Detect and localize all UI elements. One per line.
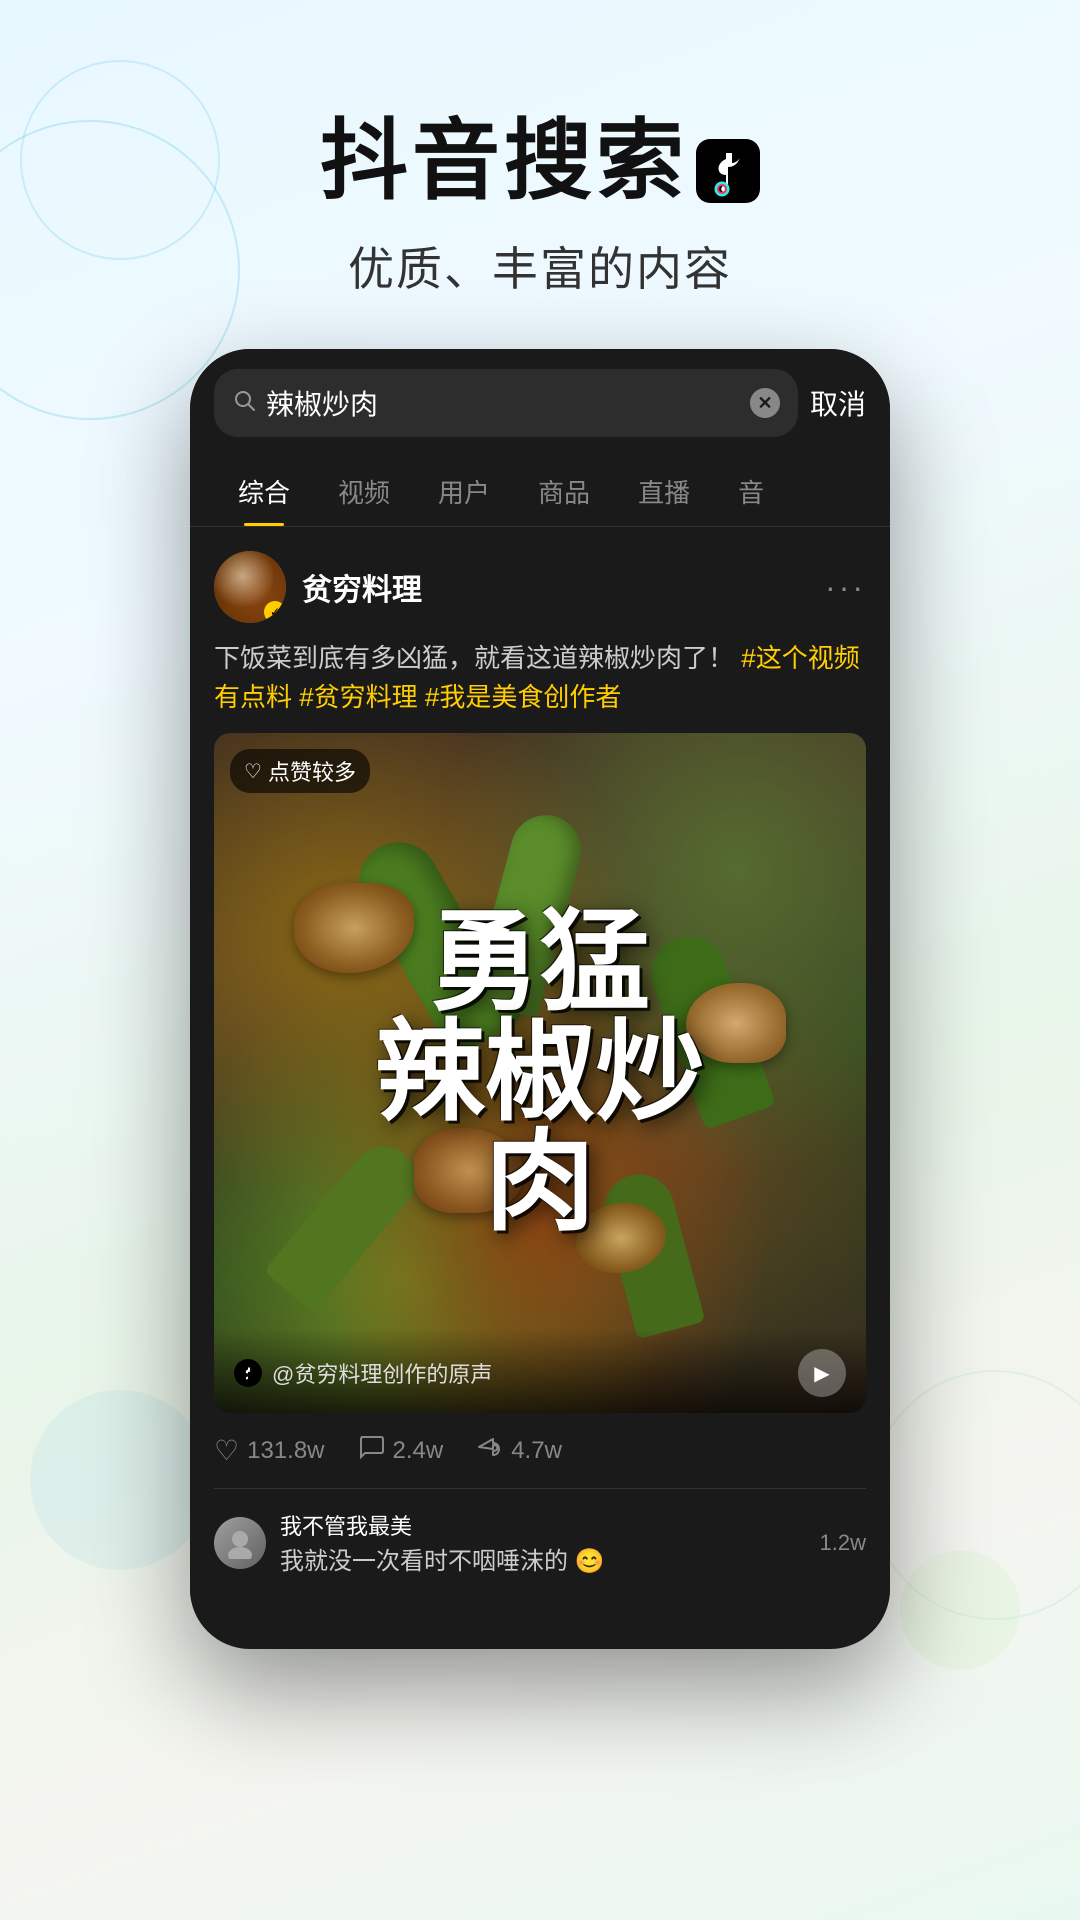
clear-search-icon[interactable]: ✕ (750, 388, 780, 418)
comment-preview-count: 1.2w (820, 1530, 866, 1556)
share-action[interactable]: 4.7w (475, 1433, 562, 1468)
tab-product[interactable]: 商品 (514, 457, 614, 526)
header-subtitle: 优质、丰富的内容 (0, 233, 1080, 299)
like-count: 131.8w (247, 1437, 324, 1465)
calligraphy-overlay: 勇猛辣椒炒肉 (214, 733, 866, 1413)
search-bar: 辣椒炒肉 ✕ 取消 (190, 349, 890, 457)
video-badge: ♡ 点赞较多 (230, 749, 370, 793)
video-thumbnail: 勇猛辣椒炒肉 @贫穷料理创作的原声 (214, 733, 866, 1413)
heart-icon: ♡ (244, 759, 262, 784)
search-input-wrapper[interactable]: 辣椒炒肉 ✕ (214, 369, 798, 437)
calligraphy-text: 勇猛辣椒炒肉 (375, 908, 705, 1238)
header: 抖音搜索 优质、丰富的内容 (0, 0, 1080, 349)
comment-preview: 我不管我最美 我就没一次看时不咽唾沫的 😊 1.2w (214, 1489, 866, 1576)
comment-icon (357, 1433, 385, 1468)
search-query-text: 辣椒炒肉 (266, 383, 740, 423)
post-main-text: 下饭菜到底有多凶猛，就看这道辣椒炒肉了！ (214, 643, 734, 673)
share-icon (475, 1433, 503, 1468)
tab-music[interactable]: 音 (714, 457, 788, 526)
video-source: @贫穷料理创作的原声 (234, 1357, 492, 1389)
share-count: 4.7w (511, 1437, 562, 1465)
tiktok-note-icon (696, 122, 760, 186)
action-bar: ♡ 131.8w 2.4w (214, 1413, 866, 1489)
post-description: 下饭菜到底有多凶猛，就看这道辣椒炒肉了！ #这个视频有点料 #贫穷料理 #我是美… (214, 639, 866, 717)
tab-live[interactable]: 直播 (614, 457, 714, 526)
tab-comprehensive[interactable]: 综合 (214, 457, 314, 526)
more-options-icon[interactable]: ··· (825, 569, 866, 606)
tiktok-mini-logo (234, 1359, 262, 1387)
post-user-card: ✓ 贫穷料理 ··· (214, 551, 866, 623)
user-avatar[interactable]: ✓ (214, 551, 286, 623)
search-icon (232, 388, 256, 418)
video-source-text: @贫穷料理创作的原声 (272, 1357, 492, 1389)
user-info: ✓ 贫穷料理 (214, 551, 422, 623)
phone-mockup: 辣椒炒肉 ✕ 取消 综合 视频 用户 商品 直播 音 (190, 349, 890, 1649)
title-text: 抖音搜索 (320, 90, 688, 217)
play-button[interactable]: ▶ (798, 1349, 846, 1397)
like-action[interactable]: ♡ 131.8w (214, 1434, 325, 1467)
cancel-button[interactable]: 取消 (810, 383, 866, 423)
video-card[interactable]: ♡ 点赞较多 (214, 733, 866, 1413)
commenter-avatar (214, 1517, 266, 1569)
search-tabs: 综合 视频 用户 商品 直播 音 (190, 457, 890, 527)
tab-video[interactable]: 视频 (314, 457, 414, 526)
comment-text: 我就没一次看时不咽唾沫的 😊 (280, 1541, 605, 1576)
like-icon: ♡ (214, 1434, 239, 1467)
username[interactable]: 贫穷料理 (302, 565, 422, 609)
comment-count: 2.4w (393, 1437, 444, 1465)
badge-text: 点赞较多 (268, 755, 356, 787)
commenter-username: 我不管我最美 (280, 1509, 605, 1541)
comment-action[interactable]: 2.4w (357, 1433, 444, 1468)
commenter-details: 我不管我最美 我就没一次看时不咽唾沫的 😊 (280, 1509, 605, 1576)
phone-wrapper: 辣椒炒肉 ✕ 取消 综合 视频 用户 商品 直播 音 (0, 349, 1080, 1649)
tab-user[interactable]: 用户 (414, 457, 514, 526)
commenter-info: 我不管我最美 我就没一次看时不咽唾沫的 😊 (214, 1509, 605, 1576)
search-content: ✓ 贫穷料理 ··· 下饭菜到底有多凶猛，就看这道辣椒炒肉了！ #这个视频有点料… (190, 527, 890, 1600)
app-title: 抖音搜索 (0, 90, 1080, 217)
video-bottom-bar: @贫穷料理创作的原声 ▶ (214, 1329, 866, 1413)
verified-badge: ✓ (264, 601, 286, 623)
